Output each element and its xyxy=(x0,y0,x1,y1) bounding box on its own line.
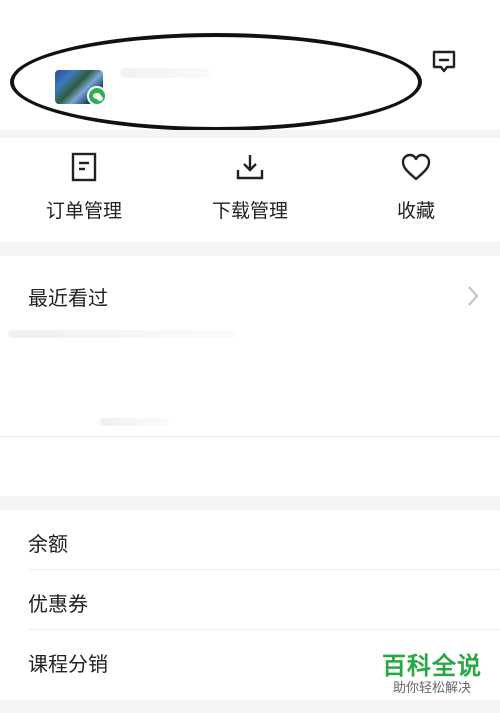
chevron-right-icon[interactable] xyxy=(466,284,480,308)
favorites-label: 收藏 xyxy=(396,200,435,222)
profile-header[interactable] xyxy=(0,0,500,131)
download-management-label: 下载管理 xyxy=(211,200,288,222)
message-icon[interactable] xyxy=(430,48,458,76)
quick-actions: 订单管理 下载管理 收藏 xyxy=(0,138,500,242)
order-document-icon xyxy=(71,152,97,182)
recently-viewed-section: 最近看过 xyxy=(0,256,500,496)
recently-viewed-title[interactable]: 最近看过 xyxy=(28,282,108,311)
watermark-logo: 百科全说 助你轻松解决 xyxy=(374,652,490,698)
obscured-content xyxy=(8,330,238,338)
order-management-label: 订单管理 xyxy=(45,200,122,222)
section-divider xyxy=(0,130,500,138)
coupons-menu-item[interactable]: 优惠券 xyxy=(0,570,500,630)
download-icon xyxy=(236,155,264,180)
favorites-button[interactable]: 收藏 xyxy=(356,138,476,242)
divider-line xyxy=(0,436,500,437)
balance-label: 余额 xyxy=(28,532,68,556)
order-management-button[interactable]: 订单管理 xyxy=(24,138,144,242)
coupons-label: 优惠券 xyxy=(28,592,88,616)
watermark-subtitle: 助你轻松解决 xyxy=(392,681,471,696)
download-management-button[interactable]: 下载管理 xyxy=(190,138,310,242)
section-divider xyxy=(0,242,500,256)
section-divider xyxy=(0,496,500,510)
section-divider xyxy=(0,700,500,713)
heart-icon xyxy=(401,153,431,181)
balance-menu-item[interactable]: 余额 xyxy=(0,510,500,570)
course-distribution-label: 课程分销 xyxy=(28,652,108,676)
obscured-content xyxy=(100,418,170,426)
highlight-oval-annotation xyxy=(10,33,422,131)
watermark-title: 百科全说 xyxy=(382,652,482,680)
